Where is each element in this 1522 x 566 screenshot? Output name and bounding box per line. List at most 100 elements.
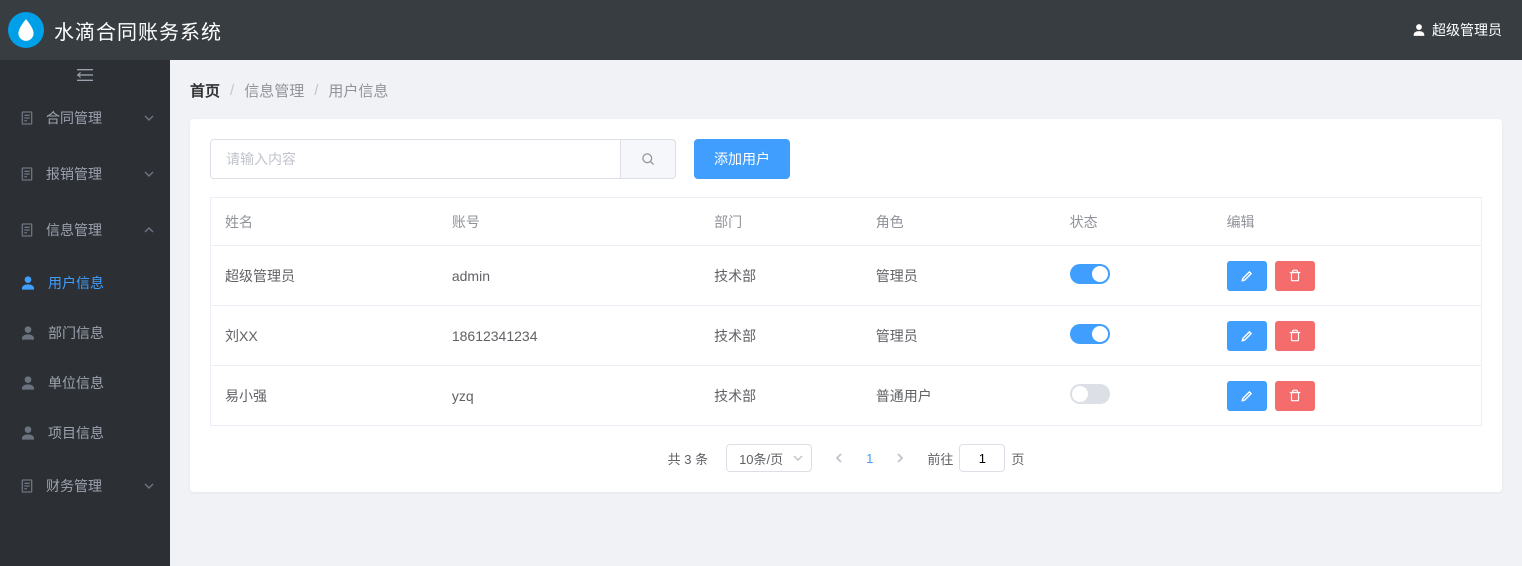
document-icon xyxy=(18,110,36,126)
breadcrumb-crumb[interactable]: 信息管理 xyxy=(244,80,304,101)
sidebar-subitem-unitinfo[interactable]: 单位信息 xyxy=(0,358,170,408)
user-menu[interactable]: 超级管理员 xyxy=(1412,20,1502,40)
toolbar: 添加用户 xyxy=(210,139,1482,179)
collapse-icon xyxy=(77,68,93,82)
trash-icon xyxy=(1288,269,1302,283)
cell-name: 超级管理员 xyxy=(211,246,438,306)
edit-icon xyxy=(1240,389,1254,403)
sidebar-item-label: 信息管理 xyxy=(46,220,102,240)
col-dept: 部门 xyxy=(700,198,862,246)
search-icon xyxy=(641,152,656,167)
sidebar-item-expense[interactable]: 报销管理 xyxy=(0,146,170,202)
pagination: 共 3 条 10条/页 1 前往 页 xyxy=(210,444,1482,472)
sidebar: 合同管理 报销管理 信息管理 用户信息 部门信息 单位信息 项目信息 xyxy=(0,60,170,566)
edit-button[interactable] xyxy=(1227,261,1267,291)
search-input[interactable] xyxy=(210,139,620,179)
sidebar-subitem-label: 部门信息 xyxy=(48,323,104,343)
status-switch[interactable] xyxy=(1070,384,1110,404)
breadcrumb-sep: / xyxy=(314,82,318,99)
cell-account: admin xyxy=(438,246,700,306)
user-table: 姓名 账号 部门 角色 状态 编辑 超级管理员admin技术部管理员刘XX186… xyxy=(210,197,1482,426)
breadcrumb-crumb: 用户信息 xyxy=(328,80,388,101)
search-button[interactable] xyxy=(620,139,676,179)
table-header-row: 姓名 账号 部门 角色 状态 编辑 xyxy=(211,198,1482,246)
edit-button[interactable] xyxy=(1227,321,1267,351)
app-title: 水滴合同账务系统 xyxy=(54,16,222,45)
next-page-button[interactable] xyxy=(891,447,909,470)
user-icon xyxy=(1412,23,1426,37)
chevron-down-icon xyxy=(793,451,803,466)
breadcrumb-home[interactable]: 首页 xyxy=(190,80,220,101)
pagination-total: 共 3 条 xyxy=(668,449,709,468)
user-name: 超级管理员 xyxy=(1432,20,1502,40)
sidebar-item-finance[interactable]: 财务管理 xyxy=(0,458,170,514)
breadcrumb-sep: / xyxy=(230,82,234,99)
app-header: 水滴合同账务系统 超级管理员 xyxy=(0,0,1522,60)
edit-icon xyxy=(1240,329,1254,343)
header-left: 水滴合同账务系统 xyxy=(8,12,222,48)
cell-actions xyxy=(1213,246,1482,306)
cell-name: 易小强 xyxy=(211,366,438,426)
cell-role: 管理员 xyxy=(862,306,1056,366)
trash-icon xyxy=(1288,389,1302,403)
status-switch[interactable] xyxy=(1070,324,1110,344)
cell-actions xyxy=(1213,366,1482,426)
sidebar-subitem-label: 用户信息 xyxy=(48,273,104,293)
cell-actions xyxy=(1213,306,1482,366)
cell-name: 刘XX xyxy=(211,306,438,366)
table-row: 易小强yzq技术部普通用户 xyxy=(211,366,1482,426)
document-icon xyxy=(18,222,36,238)
delete-button[interactable] xyxy=(1275,261,1315,291)
chevron-down-icon xyxy=(144,110,154,126)
page-size-value: 10条/页 xyxy=(739,449,783,468)
sidebar-subitem-projectinfo[interactable]: 项目信息 xyxy=(0,408,170,458)
document-icon xyxy=(18,478,36,494)
edit-icon xyxy=(1240,269,1254,283)
chevron-down-icon xyxy=(144,166,154,182)
sidebar-item-label: 合同管理 xyxy=(46,108,102,128)
cell-dept: 技术部 xyxy=(700,366,862,426)
breadcrumb: 首页 / 信息管理 / 用户信息 xyxy=(190,80,1502,101)
col-account: 账号 xyxy=(438,198,700,246)
col-role: 角色 xyxy=(862,198,1056,246)
cell-account: yzq xyxy=(438,366,700,426)
cell-role: 普通用户 xyxy=(862,366,1056,426)
page-nav: 1 xyxy=(830,447,909,470)
table-row: 刘XX18612341234技术部管理员 xyxy=(211,306,1482,366)
cell-dept: 技术部 xyxy=(700,246,862,306)
chevron-up-icon xyxy=(144,222,154,238)
page-size-select[interactable]: 10条/页 xyxy=(726,444,812,472)
cell-account: 18612341234 xyxy=(438,306,700,366)
edit-button[interactable] xyxy=(1227,381,1267,411)
status-switch[interactable] xyxy=(1070,264,1110,284)
sidebar-item-contract[interactable]: 合同管理 xyxy=(0,90,170,146)
content-card: 添加用户 姓名 账号 部门 角色 状态 编辑 超级管理员admin技术部管理员刘… xyxy=(190,119,1502,492)
sidebar-subitem-deptinfo[interactable]: 部门信息 xyxy=(0,308,170,358)
table-row: 超级管理员admin技术部管理员 xyxy=(211,246,1482,306)
sidebar-item-label: 报销管理 xyxy=(46,164,102,184)
prev-page-button[interactable] xyxy=(830,447,848,470)
sidebar-subitem-userinfo[interactable]: 用户信息 xyxy=(0,258,170,308)
cell-status xyxy=(1056,366,1213,426)
cell-role: 管理员 xyxy=(862,246,1056,306)
user-icon xyxy=(20,275,38,291)
user-icon xyxy=(20,375,38,391)
goto-input[interactable] xyxy=(959,444,1005,472)
main-content: 首页 / 信息管理 / 用户信息 添加用户 姓名 账号 xyxy=(170,60,1522,566)
app-logo xyxy=(8,12,44,48)
delete-button[interactable] xyxy=(1275,321,1315,351)
trash-icon xyxy=(1288,329,1302,343)
user-icon xyxy=(20,325,38,341)
cell-dept: 技术部 xyxy=(700,306,862,366)
goto-group: 前往 页 xyxy=(927,444,1024,472)
search-group xyxy=(210,139,676,179)
col-edit: 编辑 xyxy=(1213,198,1482,246)
delete-button[interactable] xyxy=(1275,381,1315,411)
page-number[interactable]: 1 xyxy=(866,451,873,466)
sidebar-item-label: 财务管理 xyxy=(46,476,102,496)
document-icon xyxy=(18,166,36,182)
cell-status xyxy=(1056,246,1213,306)
sidebar-item-info[interactable]: 信息管理 xyxy=(0,202,170,258)
collapse-button[interactable] xyxy=(0,60,170,90)
add-user-button[interactable]: 添加用户 xyxy=(694,139,790,179)
